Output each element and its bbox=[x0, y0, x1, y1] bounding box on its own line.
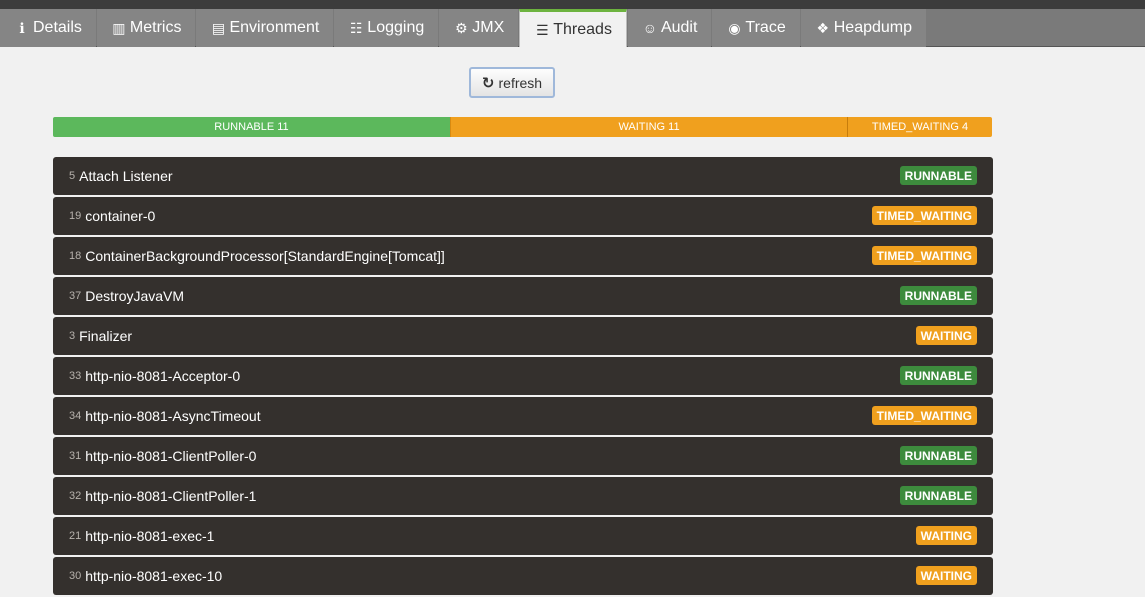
thread-name: container-0 bbox=[85, 208, 156, 224]
thread-name: http-nio-8081-AsyncTimeout bbox=[85, 408, 261, 424]
thread-id: 30 bbox=[69, 570, 82, 582]
thread-row[interactable]: 33 http-nio-8081-Acceptor-0 RUNNABLE bbox=[53, 357, 993, 395]
refresh-label: refresh bbox=[498, 74, 543, 91]
thread-row[interactable]: 31 http-nio-8081-ClientPoller-0 RUNNABLE bbox=[53, 437, 993, 475]
tab-threads[interactable]: ☰ Threads bbox=[519, 9, 627, 48]
thread-name: http-nio-8081-ClientPoller-0 bbox=[85, 448, 257, 464]
thread-state-summary-bar: RUNNABLE 11 WAITING 11 TIMED_WAITING 4 bbox=[53, 117, 992, 137]
thread-id: 18 bbox=[69, 250, 82, 262]
thread-name: http-nio-8081-exec-1 bbox=[85, 528, 215, 544]
list-icon: ☰ bbox=[535, 21, 549, 38]
header-strip bbox=[0, 0, 1145, 9]
thread-state-badge: RUNNABLE bbox=[899, 366, 977, 385]
summary-runnable: RUNNABLE 11 bbox=[53, 117, 450, 137]
summary-timed-waiting: TIMED_WAITING 4 bbox=[847, 117, 992, 137]
thread-name: ContainerBackgroundProcessor[StandardEng… bbox=[85, 248, 445, 264]
tab-metrics[interactable]: ▥ Metrics bbox=[96, 9, 196, 47]
thread-name: http-nio-8081-exec-10 bbox=[85, 568, 223, 584]
thread-row[interactable]: 34 http-nio-8081-AsyncTimeout TIMED_WAITIN… bbox=[53, 397, 993, 435]
tab-label: JMX bbox=[472, 19, 505, 36]
thread-id: 21 bbox=[69, 530, 82, 542]
table-icon: ▤ bbox=[211, 19, 226, 36]
tab-list: ℹ Details ▥ Metrics ▤ Environment ☷ Logging ⚙ JMX… bbox=[0, 9, 927, 48]
tab-environment[interactable]: ▤ Environment bbox=[196, 9, 334, 47]
thread-id: 5 bbox=[69, 170, 76, 182]
thread-id: 37 bbox=[69, 290, 82, 302]
tab-label: Metrics bbox=[129, 19, 182, 36]
thread-row[interactable]: 30 http-nio-8081-exec-10 WAITING bbox=[53, 557, 993, 595]
gears-icon: ⚙ bbox=[454, 19, 468, 36]
tab-label: Heapdump bbox=[833, 19, 913, 36]
refresh-button[interactable]: ↻ refresh bbox=[469, 67, 555, 98]
thread-name: Attach Listener bbox=[79, 168, 173, 184]
thread-id: 34 bbox=[69, 410, 82, 422]
thread-row[interactable]: 21 http-nio-8081-exec-1 WAITING bbox=[53, 517, 993, 555]
thread-name: http-nio-8081-Acceptor-0 bbox=[85, 368, 241, 384]
tab-label: Details bbox=[33, 19, 82, 36]
refresh-icon: ↻ bbox=[481, 74, 495, 92]
top-nav: ℹ Details ▥ Metrics ▤ Environment ☷ Logging ⚙ JMX… bbox=[0, 0, 1145, 48]
thread-state-badge: RUNNABLE bbox=[899, 166, 977, 185]
user-circle-icon: ☺ bbox=[642, 20, 658, 36]
thread-id: 31 bbox=[69, 450, 82, 462]
thread-state-badge: WAITING bbox=[915, 326, 977, 345]
cubes-icon: ❖ bbox=[816, 19, 830, 36]
tab-logging[interactable]: ☷ Logging bbox=[334, 9, 439, 47]
sliders-icon: ☷ bbox=[350, 19, 363, 36]
thread-state-badge: TIMED_WAITING bbox=[871, 406, 977, 425]
bar-chart-icon: ▥ bbox=[112, 19, 126, 36]
thread-row[interactable]: 5 Attach Listener RUNNABLE bbox=[53, 157, 993, 195]
thread-state-badge: RUNNABLE bbox=[899, 486, 977, 505]
eye-icon: ◉ bbox=[728, 19, 741, 36]
tab-heapdump[interactable]: ❖ Heapdump bbox=[800, 9, 927, 47]
thread-state-badge: TIMED_WAITING bbox=[871, 206, 977, 225]
threads-panel: ↻ refresh RUNNABLE 11 WAITING 11 TIMED_W… bbox=[0, 47, 1145, 595]
tab-jmx[interactable]: ⚙ JMX bbox=[439, 9, 519, 47]
tab-label: Threads bbox=[553, 21, 612, 38]
thread-row[interactable]: 18 ContainerBackgroundProcessor[StandardE… bbox=[53, 237, 993, 275]
thread-row[interactable]: 32 http-nio-8081-ClientPoller-1 RUNNABLE bbox=[53, 477, 993, 515]
tab-label: Environment bbox=[229, 19, 320, 36]
thread-name: http-nio-8081-ClientPoller-1 bbox=[85, 488, 257, 504]
thread-state-badge: TIMED_WAITING bbox=[871, 246, 977, 265]
thread-id: 33 bbox=[69, 370, 82, 382]
thread-name: Finalizer bbox=[79, 328, 133, 344]
summary-waiting: WAITING 11 bbox=[450, 117, 847, 137]
tab-audit[interactable]: ☺ Audit bbox=[627, 9, 712, 47]
thread-id: 32 bbox=[69, 490, 82, 502]
thread-list: 5 Attach Listener RUNNABLE 19 container-0 TIM… bbox=[53, 157, 993, 597]
thread-row[interactable]: 37 DestroyJavaVM RUNNABLE bbox=[53, 277, 993, 315]
tab-trace[interactable]: ◉ Trace bbox=[712, 9, 800, 47]
thread-state-badge: RUNNABLE bbox=[899, 446, 977, 465]
tab-label: Audit bbox=[660, 19, 698, 36]
thread-row[interactable]: 3 Finalizer WAITING bbox=[53, 317, 993, 355]
tab-label: Logging bbox=[367, 19, 425, 36]
thread-row[interactable]: 19 container-0 TIMED_WAITING bbox=[53, 197, 993, 235]
tab-details[interactable]: ℹ Details bbox=[0, 9, 96, 47]
thread-id: 19 bbox=[69, 210, 82, 222]
thread-state-badge: WAITING bbox=[915, 526, 977, 545]
thread-state-badge: WAITING bbox=[915, 566, 977, 585]
thread-id: 3 bbox=[69, 330, 76, 342]
tab-label: Trace bbox=[745, 19, 786, 36]
thread-state-badge: RUNNABLE bbox=[899, 286, 977, 305]
thread-name: DestroyJavaVM bbox=[85, 288, 185, 304]
info-icon: ℹ bbox=[19, 19, 25, 36]
